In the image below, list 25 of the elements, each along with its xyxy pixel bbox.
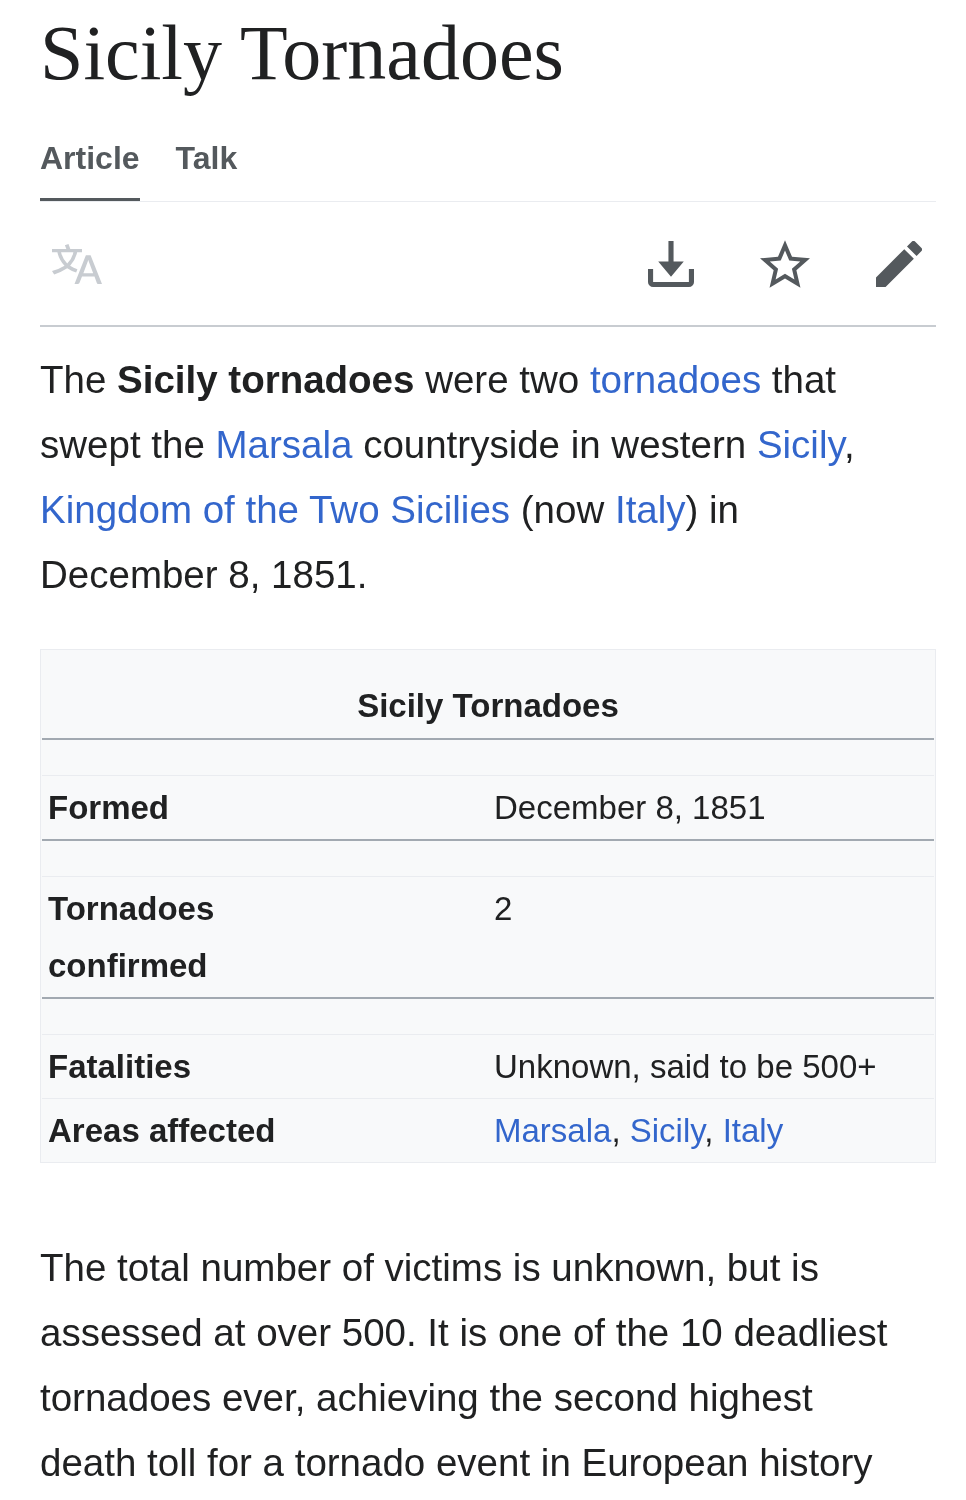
link[interactable]: Marsala (494, 1112, 612, 1149)
intro-paragraph: The Sicily tornadoes were two tornadoes that swept the Marsala countryside in western Sicily, Kingdom of the Two Sicilies (now Italy) in December 8, 1851. (40, 357, 856, 598)
pencil-icon[interactable] (876, 241, 922, 287)
link[interactable]: Marsala (215, 423, 353, 466)
tab[interactable]: Talk (175, 138, 238, 201)
body-paragraph: The total number of victims is unknown, but is assessed at over 500. It is one of the 10 deadliest tornadoes ever, achieving the second highest death toll for a tornado event in European history (40, 1245, 889, 1486)
download-icon[interactable] (648, 241, 694, 287)
link[interactable]: Sicily (756, 423, 844, 466)
link[interactable]: Italy (722, 1112, 784, 1149)
page-title: Sicily Tornadoes (40, 9, 564, 97)
star-icon[interactable] (760, 240, 810, 288)
row-value: Unknown, said to be 500+ (494, 1047, 877, 1087)
row-label: Tornadoes confirmed (48, 889, 216, 986)
tab[interactable]: Article (40, 138, 140, 201)
link[interactable]: tornadoes (589, 358, 762, 401)
link[interactable]: Kingdom of the Two Sicilies (40, 488, 511, 531)
link[interactable]: Italy (614, 488, 686, 531)
row-value: Marsala, Sicily, Italy (494, 1111, 784, 1151)
row-label: Fatalities (48, 1047, 192, 1087)
row-value: December 8, 1851 (494, 788, 766, 828)
link[interactable]: Sicily (629, 1112, 705, 1149)
row-label: Areas affected (48, 1111, 276, 1151)
row-value: 2 (494, 889, 513, 929)
infobox-title: Sicily Tornadoes (357, 687, 619, 724)
row-label: Formed (48, 788, 169, 828)
